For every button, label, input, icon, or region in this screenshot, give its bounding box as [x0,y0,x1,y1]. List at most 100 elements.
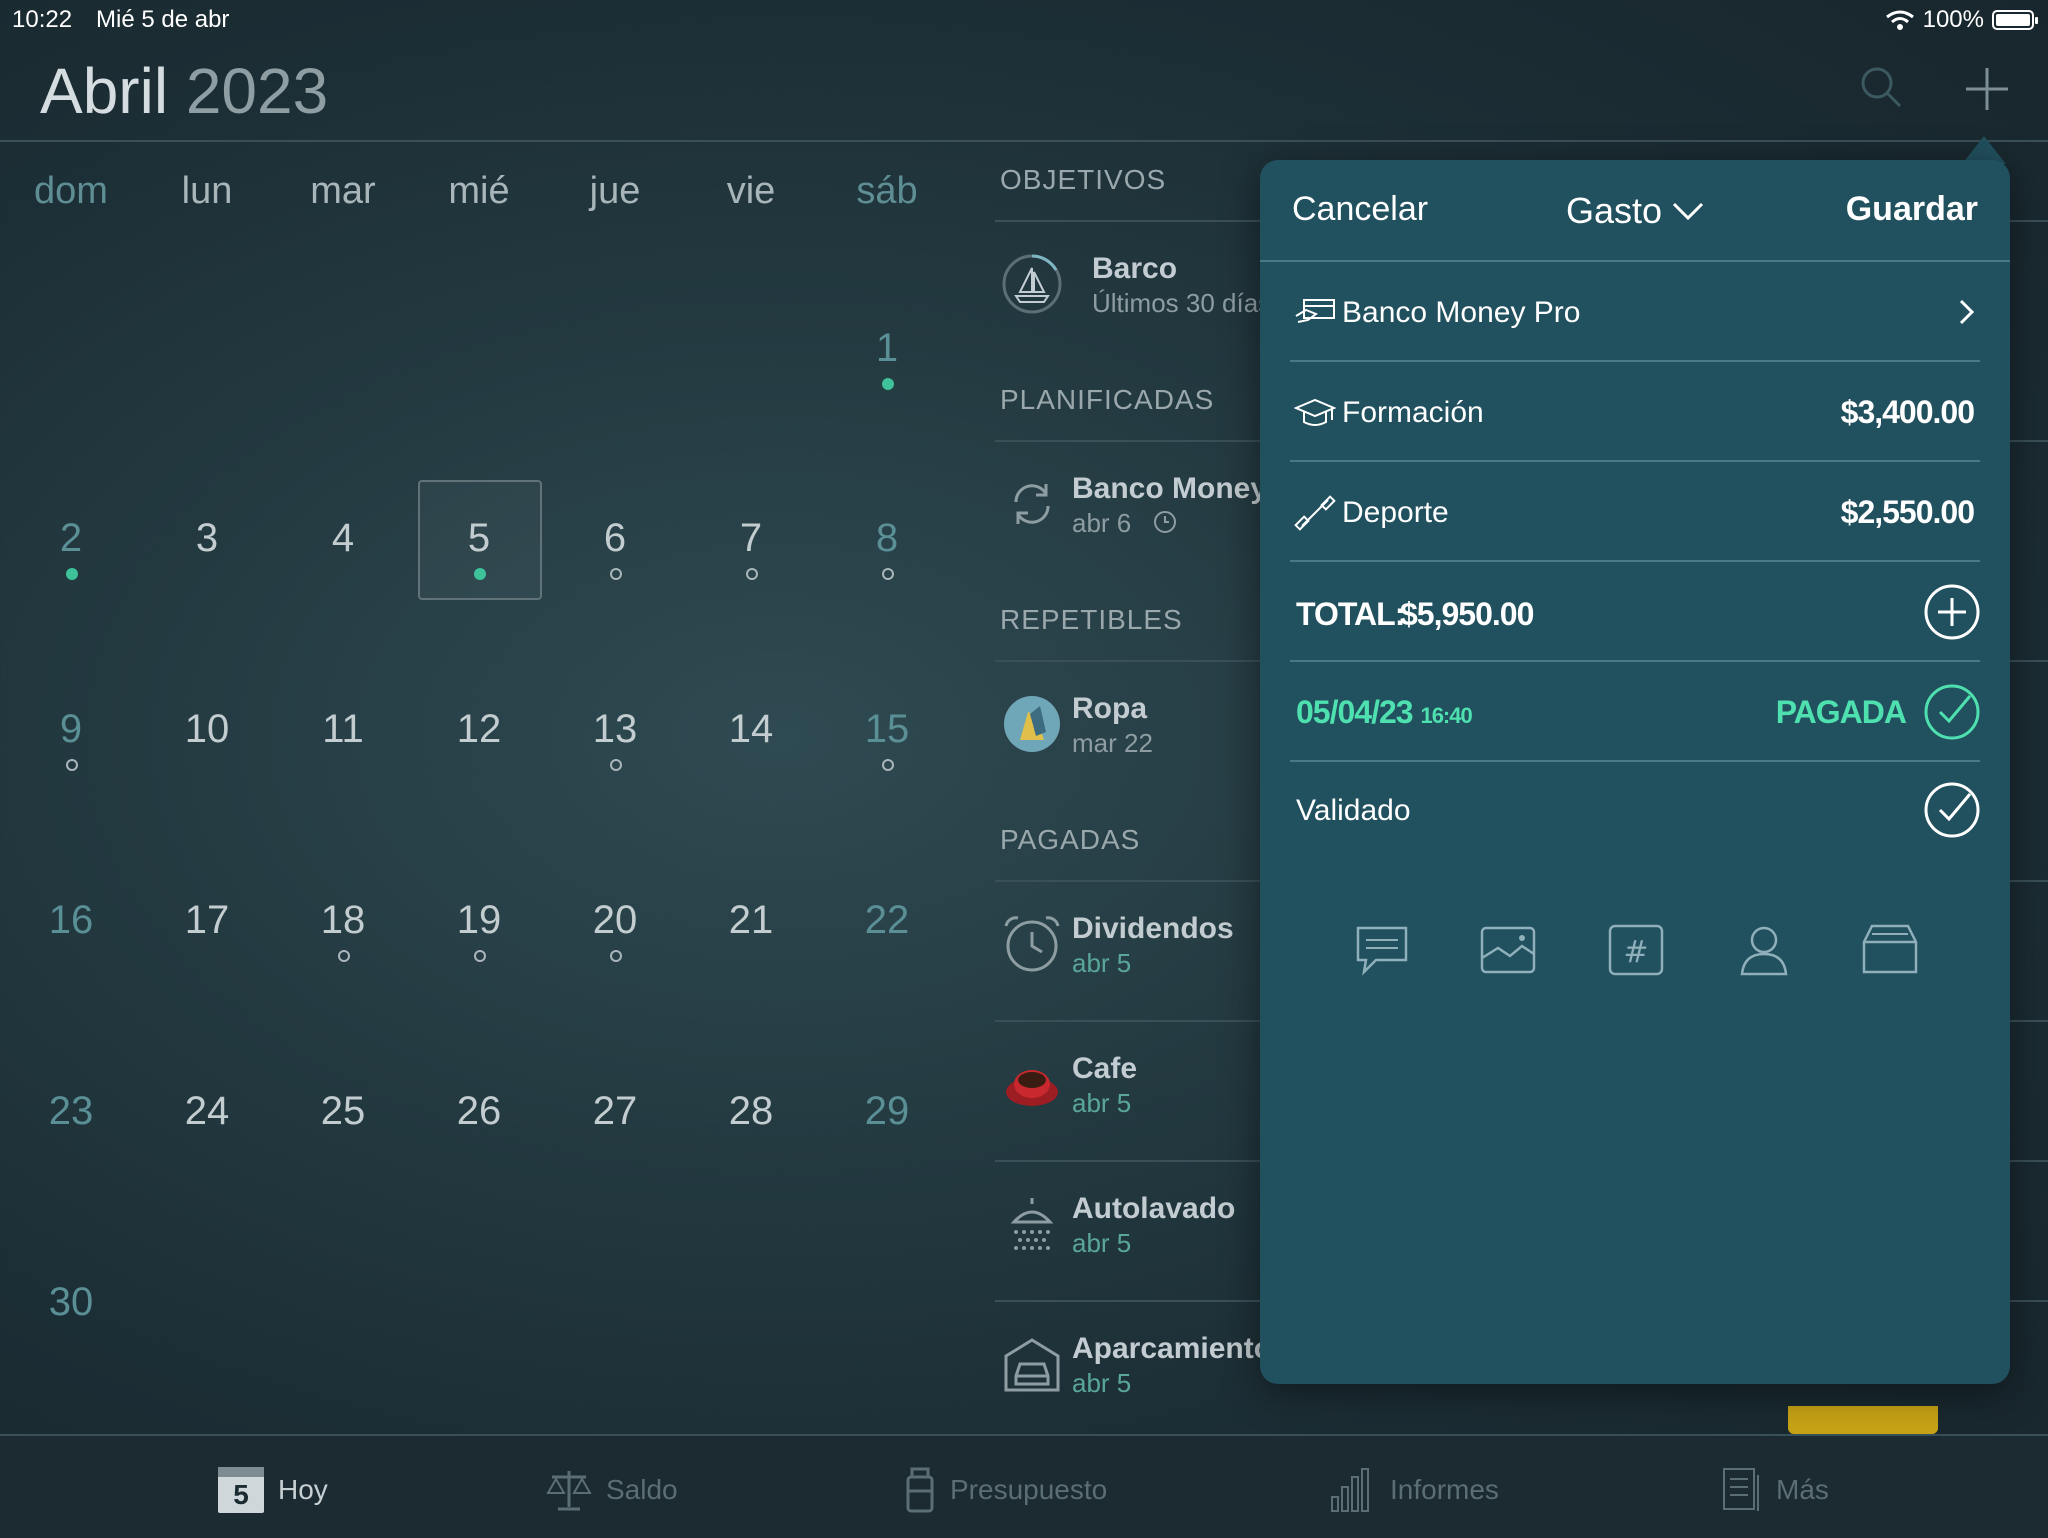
tab-presupuesto[interactable]: Presupuesto [904,1466,1107,1514]
type-label: Gasto [1566,190,1663,231]
add-icon[interactable] [1962,64,2012,114]
calendar-day[interactable]: 14 [683,707,819,752]
item-sub: abr 6 [1072,508,1132,538]
calendar-day[interactable]: 13 [547,707,683,752]
tab-label: Informes [1390,1474,1499,1505]
time-value: 16:40 [1420,703,1472,728]
cancel-button[interactable]: Cancelar [1292,190,1428,229]
item-name: Cafe [1072,1052,1138,1085]
add-circle-icon[interactable] [1924,584,1980,640]
weekday-label: dom [34,170,108,212]
graduation-cap-icon [1294,398,1336,426]
image-icon[interactable] [1478,922,1538,978]
category-name: Formación [1342,396,1484,429]
car-wash-icon [1010,1198,1054,1250]
calendar-day[interactable]: 29 [819,1089,955,1134]
event-dot [746,568,758,580]
person-icon[interactable] [1734,922,1794,978]
tab-hoy[interactable]: 5 Hoy [218,1466,328,1514]
calendar-day[interactable]: 15 [819,707,955,752]
event-dot [66,759,78,771]
calendar-day[interactable]: 12 [411,707,547,752]
item-name: Autolavado [1072,1192,1236,1225]
tab-informes[interactable]: Informes [1330,1466,1499,1514]
paid-check-icon[interactable] [1924,684,1980,740]
weekday-label: vie [726,170,776,212]
calendar-day[interactable]: 24 [139,1089,275,1134]
category-row[interactable]: Formación $3,400.00 [1290,362,1980,462]
event-dot [882,378,894,390]
archive-box-icon[interactable] [1860,922,1920,978]
calendar-day[interactable]: 27 [547,1089,683,1134]
calendar-day[interactable]: 20 [547,898,683,943]
calendar-day[interactable]: 28 [683,1089,819,1134]
repeat-icon [1014,484,1050,524]
type-selector[interactable]: Gasto [1566,190,1704,232]
status-bar: 10:22 Mié 5 de abr 100% [0,0,2048,40]
item-name: Barco [1092,252,1178,285]
title-year: 2023 [185,55,329,127]
category-name: Deporte [1342,496,1449,529]
account-row[interactable]: Banco Money Pro [1290,262,1980,362]
calendar-day[interactable]: 9 [3,707,139,752]
scales-icon [546,1471,592,1511]
validated-row[interactable]: Validado [1290,760,1980,860]
tag-hash-icon[interactable]: # [1606,922,1666,978]
calendar-day[interactable]: 7 [683,516,819,561]
tab-label: Presupuesto [950,1474,1108,1505]
tab-bar: 5 Hoy Saldo Presupuesto Informes Más [0,1434,2048,1538]
calendar-day[interactable]: 16 [3,898,139,943]
total-value: $5,950.00 [1400,596,1534,632]
total-label: TOTAL: [1296,596,1405,632]
calendar-day[interactable]: 17 [139,898,275,943]
weekday-label: lun [181,170,233,212]
calendar-day[interactable]: 18 [275,898,411,943]
item-name: Aparcamiento [1072,1332,1273,1365]
calendar-day-today[interactable]: 5 [411,516,547,561]
battery-percent: 100% [1922,6,1984,33]
section-header-pagadas: PAGADAS [1000,824,1141,855]
amount-badge [1788,1406,1938,1434]
save-button[interactable]: Guardar [1846,190,1978,229]
item-name: Ropa [1072,692,1147,725]
calendar-day[interactable]: 22 [819,898,955,943]
calendar-day[interactable]: 3 [139,516,275,561]
event-dot [66,568,78,580]
calendar-icon-day: 5 [233,1479,249,1510]
tab-mas[interactable]: Más [1722,1466,1829,1514]
calendar-day[interactable]: 25 [275,1089,411,1134]
search-icon[interactable] [1858,64,1904,110]
event-dot [610,950,622,962]
calendar-day[interactable]: 19 [411,898,547,943]
calendar-day[interactable]: 23 [3,1089,139,1134]
date-status-row[interactable]: 05/04/23 16:40 PAGADA [1290,662,1980,762]
bank-card-hand-icon [1295,299,1335,323]
alarm-clock-icon [1004,916,1060,972]
tab-saldo[interactable]: Saldo [546,1466,678,1514]
item-sub: abr 5 [1072,1368,1132,1398]
header: Abril 2023 [0,40,2048,142]
calendar-day[interactable]: 8 [819,516,955,561]
dumbbell-icon [1294,495,1336,531]
calendar-day[interactable]: 4 [275,516,411,561]
calendar-day[interactable]: 30 [3,1280,139,1325]
calendar-day[interactable]: 11 [275,707,411,752]
document-icon [1723,1468,1759,1511]
validated-check-icon[interactable] [1924,782,1980,838]
item-sub: mar 22 [1072,728,1153,758]
calendar-day[interactable]: 26 [411,1089,547,1134]
calendar-day[interactable]: 21 [683,898,819,943]
comment-icon[interactable] [1352,922,1412,978]
calendar-icon: 5 [218,1467,264,1513]
status-time: 10:22 [12,6,73,33]
weekday-label: mié [448,170,510,212]
account-name: Banco Money Pro [1342,296,1581,329]
calendar-day[interactable]: 6 [547,516,683,561]
calendar-day[interactable]: 10 [139,707,275,752]
calendar-day[interactable]: 2 [3,516,139,561]
tab-label: Hoy [278,1474,328,1505]
calendar-day[interactable]: 1 [819,326,955,371]
category-row[interactable]: Deporte $2,550.00 [1290,462,1980,562]
parking-garage-icon [1004,1338,1060,1392]
transaction-date[interactable]: 05/04/23 16:40 [1296,694,1473,731]
